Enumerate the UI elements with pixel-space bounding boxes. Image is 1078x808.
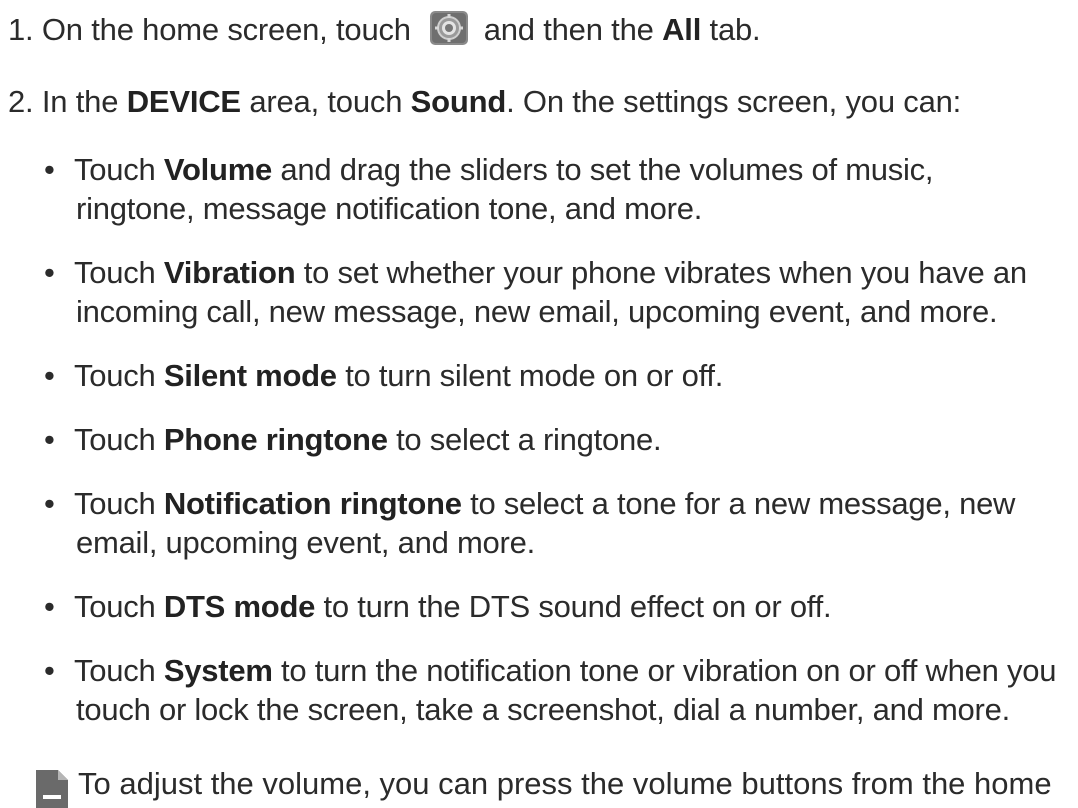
list-item: • Touch System to turn the notification … — [44, 651, 1074, 729]
bullet-text-continued: incoming call, new message, new email, u… — [76, 294, 998, 329]
step-number: 2. — [8, 84, 34, 119]
list-item: • Touch Phone ringtone to select a ringt… — [44, 420, 1074, 459]
bullet-text: to turn silent mode on or off. — [345, 358, 724, 393]
instructions-page: 1. On the home screen, touch and then th… — [0, 0, 1078, 808]
bullet-text: Touch — [74, 589, 156, 624]
list-item: • Touch Silent mode to turn silent mode … — [44, 356, 1074, 395]
bullet-text: to select a ringtone. — [396, 422, 662, 457]
bullet-dot: • — [44, 255, 55, 290]
bullet-text: to turn the notification tone or vibrati… — [281, 653, 1057, 688]
step-text: In the — [41, 84, 119, 119]
bullet-keyword: Phone ringtone — [163, 422, 388, 457]
bullet-text: Touch — [74, 486, 156, 521]
bullet-keyword: Vibration — [163, 255, 296, 290]
list-item: • Touch Volume and drag the sliders to s… — [44, 150, 1074, 228]
bullet-dot: • — [44, 422, 55, 457]
bullet-keyword: Silent mode — [163, 358, 337, 393]
list-item: • Touch Notification ringtone to select … — [44, 484, 1074, 562]
bullet-dot: • — [44, 486, 55, 521]
bullet-text: Touch — [74, 422, 156, 457]
bullet-text: Touch — [74, 255, 156, 290]
bullet-keyword: System — [163, 653, 273, 688]
step-text: On the home screen, touch — [41, 12, 411, 47]
sound-options-list: • Touch Volume and drag the sliders to s… — [44, 150, 1074, 754]
bullet-text-continued: email, upcoming event, and more. — [76, 525, 535, 560]
bullet-dot: • — [44, 152, 55, 187]
bullet-text: Touch — [74, 653, 156, 688]
all-tab-label: All — [662, 12, 702, 47]
step-text: area, touch — [249, 84, 403, 119]
bullet-text-continued: ringtone, message notification tone, and… — [76, 191, 703, 226]
step-number: 1. — [8, 12, 34, 47]
bullet-text: to turn the DTS sound effect on or off. — [323, 589, 832, 624]
step-text: and then the — [483, 12, 654, 47]
settings-gear-icon — [430, 11, 469, 45]
sound-label: Sound — [410, 84, 507, 119]
step-text: . On the settings screen, you can: — [506, 84, 962, 119]
bullet-keyword: Notification ringtone — [163, 486, 462, 521]
note-text: To adjust the volume, you can press the … — [78, 766, 1052, 801]
bullet-keyword: Volume — [163, 152, 273, 187]
bullet-text: Touch — [74, 152, 156, 187]
bullet-dot: • — [44, 589, 55, 624]
step-1: 1. On the home screen, touch and then th… — [8, 10, 761, 49]
bullet-dot: • — [44, 653, 55, 688]
list-item: • Touch DTS mode to turn the DTS sound e… — [44, 587, 1074, 626]
device-area-label: DEVICE — [126, 84, 241, 119]
bullet-dot: • — [44, 358, 55, 393]
bullet-text-continued: touch or lock the screen, take a screens… — [76, 692, 1010, 727]
bullet-keyword: DTS mode — [163, 589, 316, 624]
step-2: 2. In the DEVICE area, touch Sound. On t… — [8, 82, 961, 121]
list-item: • Touch Vibration to set whether your ph… — [44, 253, 1074, 331]
bullet-text: and drag the sliders to set the volumes … — [280, 152, 934, 187]
bullet-text: to select a tone for a new message, new — [470, 486, 1016, 521]
step-text: tab. — [709, 12, 761, 47]
note-document-icon — [36, 770, 68, 808]
bullet-text: Touch — [74, 358, 156, 393]
bullet-text: to set whether your phone vibrates when … — [303, 255, 1027, 290]
